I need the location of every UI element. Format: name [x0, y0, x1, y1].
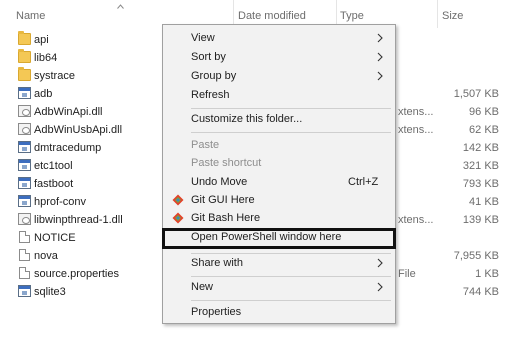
menu-item-label: Group by: [191, 70, 237, 82]
menu-separator: [191, 132, 391, 133]
file-name: adb: [34, 88, 53, 100]
file-icon: [19, 249, 30, 261]
context-menu: View Sort by Group by Refresh Customize …: [162, 24, 396, 324]
file-size: 321 KB: [462, 160, 499, 172]
file-name: fastboot: [34, 178, 74, 190]
file-type: xtens...: [398, 106, 434, 118]
menu-separator: [191, 108, 391, 109]
menu-item-label: Paste: [191, 139, 220, 151]
application-icon: [18, 177, 31, 189]
menu-item-label: Sort by: [191, 51, 226, 63]
menu-item-git-gui[interactable]: Git GUI Here: [163, 191, 395, 209]
menu-item-label: Paste shortcut: [191, 157, 262, 169]
menu-item-group-by[interactable]: Group by: [163, 67, 395, 85]
dll-icon: [18, 105, 31, 117]
menu-item-undo-move[interactable]: Undo Move Ctrl+Z: [163, 173, 395, 191]
file-name: dmtracedump: [34, 142, 102, 154]
folder-icon: [18, 49, 31, 63]
file-name: sqlite3: [34, 286, 66, 298]
file-size: 7,955 KB: [453, 250, 499, 262]
column-type[interactable]: Type: [340, 10, 364, 22]
file-name: NOTICE: [34, 232, 76, 244]
file-name: etc1tool: [34, 160, 73, 172]
application-icon: [18, 87, 31, 99]
menu-item-paste: Paste: [163, 136, 395, 154]
file-type: File: [398, 268, 416, 280]
file-name: libwinpthread-1.dll: [34, 214, 123, 226]
menu-item-customize-folder[interactable]: Customize this folder...: [163, 110, 395, 128]
chevron-right-icon: [377, 52, 383, 62]
file-size: 62 KB: [469, 124, 499, 136]
git-gui-icon: [172, 194, 184, 206]
folder-icon: [18, 31, 31, 45]
file-size: 142 KB: [462, 142, 499, 154]
menu-item-sort-by[interactable]: Sort by: [163, 48, 395, 66]
file-icon: [19, 231, 30, 243]
menu-item-label: Properties: [191, 306, 242, 318]
menu-item-label: New: [191, 281, 214, 293]
menu-item-label: Git Bash Here: [191, 212, 261, 224]
menu-item-properties[interactable]: Properties: [163, 303, 395, 321]
menu-item-label: Refresh: [191, 89, 230, 101]
column-date-modified[interactable]: Date modified: [238, 10, 306, 22]
file-name: systrace: [34, 70, 75, 82]
menu-separator: [191, 276, 391, 277]
file-name: api: [34, 34, 49, 46]
menu-item-paste-shortcut: Paste shortcut: [163, 154, 395, 172]
menu-item-label: Open PowerShell window here: [191, 231, 342, 243]
column-size[interactable]: Size: [442, 10, 463, 22]
git-bash-icon: [172, 212, 184, 224]
menu-item-share-with[interactable]: Share with: [163, 254, 395, 272]
chevron-right-icon: [377, 33, 383, 43]
menu-item-label: Undo Move: [191, 176, 248, 188]
menu-item-view[interactable]: View: [163, 29, 395, 47]
dll-icon: [18, 213, 31, 225]
application-icon: [18, 285, 31, 297]
chevron-right-icon: [377, 71, 383, 81]
file-size: 744 KB: [462, 286, 499, 298]
menu-item-git-bash[interactable]: Git Bash Here: [163, 209, 395, 227]
application-icon: [18, 159, 31, 171]
file-icon: [19, 267, 30, 279]
application-icon: [18, 195, 31, 207]
application-icon: [18, 141, 31, 153]
menu-item-new[interactable]: New: [163, 278, 395, 296]
file-size: 1,507 KB: [453, 88, 499, 100]
chevron-right-icon: [377, 282, 383, 292]
file-size: 1 KB: [475, 268, 499, 280]
menu-item-label: Share with: [191, 257, 243, 269]
file-size: 41 KB: [469, 196, 499, 208]
menu-item-refresh[interactable]: Refresh: [163, 86, 395, 104]
file-name: nova: [34, 250, 58, 262]
file-name: hprof-conv: [34, 196, 86, 208]
file-name: source.properties: [34, 268, 119, 280]
menu-item-open-powershell[interactable]: Open PowerShell window here: [162, 228, 396, 249]
column-name[interactable]: Name: [16, 10, 45, 22]
file-type: xtens...: [398, 124, 434, 136]
menu-separator: [191, 300, 391, 301]
file-name: AdbWinApi.dll: [34, 106, 103, 118]
menu-item-label: Customize this folder...: [191, 113, 303, 125]
file-size: 139 KB: [462, 214, 499, 226]
file-name: AdbWinUsbApi.dll: [34, 124, 123, 136]
sort-ascending-icon: [117, 4, 124, 9]
file-size: 96 KB: [469, 106, 499, 118]
column-divider[interactable]: [437, 0, 438, 28]
file-size: 793 KB: [462, 178, 499, 190]
file-name: lib64: [34, 52, 58, 64]
menu-item-label: View: [191, 32, 215, 44]
dll-icon: [18, 123, 31, 135]
menu-item-label: Git GUI Here: [191, 194, 255, 206]
file-type: xtens...: [398, 214, 434, 226]
folder-icon: [18, 67, 31, 81]
chevron-right-icon: [377, 258, 383, 268]
keyboard-shortcut: Ctrl+Z: [348, 176, 379, 188]
